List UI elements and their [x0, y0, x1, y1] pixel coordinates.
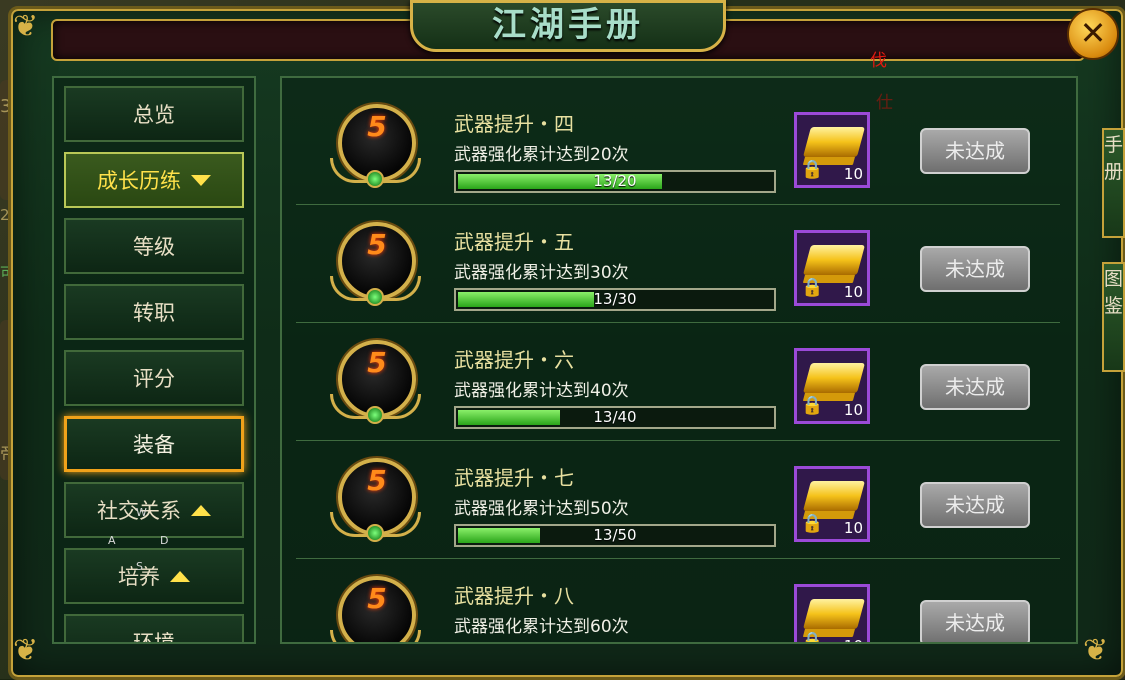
- achievement-title: 武器提升・七: [454, 466, 574, 490]
- triangle-down-icon: [191, 174, 211, 186]
- sidebar-item-label: 等级: [133, 235, 175, 259]
- medal-icon: 5: [330, 102, 421, 190]
- side-tab-label: 手册: [1104, 134, 1124, 183]
- dpad-d[interactable]: D: [160, 534, 168, 547]
- progress-bar: 13/30: [454, 288, 776, 311]
- triangle-up-icon: [191, 504, 211, 516]
- corner-ornament-icon: ❦: [13, 9, 39, 44]
- sidebar-item-overview[interactable]: 总览: [64, 86, 244, 142]
- achievement-title: 武器提升・八: [454, 584, 574, 608]
- achievement-list[interactable]: 5 武器提升・四 武器强化累计达到20次 13/20 🔒 10 未达成 5 武器提升・五 武器强化…: [280, 76, 1078, 644]
- lock-icon: 🔒: [801, 395, 824, 416]
- lock-icon: 🔒: [801, 159, 824, 180]
- medal-icon: 5: [330, 574, 421, 642]
- reward-slot[interactable]: 🔒 10: [794, 230, 870, 306]
- sidebar-item-equipment[interactable]: 装备: [64, 416, 244, 472]
- dpad-w[interactable]: W: [136, 506, 147, 519]
- reward-count: 10: [843, 283, 863, 301]
- medal-number: 5: [367, 464, 387, 497]
- overlay-red-text: 伐: [870, 51, 887, 71]
- achievement-description: 武器强化累计达到60次: [454, 617, 629, 637]
- lock-icon: 🔒: [801, 631, 824, 644]
- progress-bar: [454, 642, 776, 644]
- lock-icon: 🔒: [801, 277, 824, 298]
- achievement-row: 5 武器提升・六武器强化累计达到40次 13/40 🔒 10 未达成: [296, 322, 1060, 441]
- reward-slot[interactable]: 🔒 10: [794, 112, 870, 188]
- side-tab-codex[interactable]: 图鉴: [1102, 262, 1125, 372]
- lock-icon: 🔒: [801, 513, 824, 534]
- sidebar-item-rating[interactable]: 评分: [64, 350, 244, 406]
- close-button[interactable]: ✕: [1067, 8, 1119, 60]
- achievement-title: 武器提升・四: [454, 112, 574, 136]
- window-title: 江湖手册: [492, 5, 644, 45]
- progress-bar: 13/40: [454, 406, 776, 429]
- gold-ingot-icon: [802, 599, 866, 629]
- dpad-s[interactable]: S: [136, 560, 143, 573]
- claim-status-button[interactable]: 未达成: [920, 128, 1030, 174]
- achievement-row: 5 武器提升・七武器强化累计达到50次 13/50 🔒 10 未达成: [296, 440, 1060, 559]
- claim-status-button[interactable]: 未达成: [920, 364, 1030, 410]
- side-tab-label: 图鉴: [1104, 268, 1124, 317]
- medal-icon: 5: [330, 220, 421, 308]
- progress-text: 13/40: [593, 408, 637, 426]
- side-tab-handbook[interactable]: 手册: [1102, 128, 1125, 238]
- achievement-description: 武器强化累计达到40次: [454, 381, 629, 401]
- reward-count: 10: [843, 519, 863, 537]
- achievement-title: 武器提升・五: [454, 230, 574, 254]
- reward-slot[interactable]: 🔒 10: [794, 466, 870, 542]
- sidebar-item-partial[interactable]: 环境: [64, 614, 244, 644]
- title-plaque: 江湖手册: [410, 0, 726, 52]
- sidebar-item-cultivate[interactable]: 培养: [64, 548, 244, 604]
- achievement-row: 5 武器提升・四武器强化累计达到20次 13/20 🔒 10 未达成: [296, 86, 1060, 205]
- sidebar-item-class-change[interactable]: 转职: [64, 284, 244, 340]
- claim-status-button[interactable]: 未达成: [920, 246, 1030, 292]
- gold-ingot-icon: [802, 481, 866, 511]
- claim-status-button[interactable]: 未达成: [920, 600, 1030, 642]
- sidebar-item-label: 环境: [133, 631, 175, 644]
- gold-ingot-icon: [802, 363, 866, 393]
- sidebar-item-social[interactable]: 社交关系: [64, 482, 244, 538]
- sidebar-item-growth[interactable]: 成长历练: [64, 152, 244, 208]
- medal-number: 5: [367, 228, 387, 261]
- triangle-up-icon: [170, 570, 190, 582]
- reward-count: 10: [843, 401, 863, 419]
- progress-text: 13/30: [593, 290, 637, 308]
- medal-number: 5: [367, 346, 387, 379]
- dpad-a[interactable]: A: [108, 534, 116, 547]
- medal-number: 5: [367, 110, 387, 143]
- reward-slot[interactable]: 🔒 10: [794, 348, 870, 424]
- achievement-description: 武器强化累计达到50次: [454, 499, 629, 519]
- medal-number: 5: [367, 582, 387, 615]
- reward-slot[interactable]: 🔒 10: [794, 584, 870, 644]
- achievement-row: 5 武器提升・五武器强化累计达到30次 13/30 🔒 10 未达成: [296, 204, 1060, 323]
- sidebar-item-label: 总览: [133, 103, 175, 127]
- achievement-description: 武器强化累计达到20次: [454, 145, 629, 165]
- medal-icon: 5: [330, 338, 421, 426]
- progress-bar: 13/50: [454, 524, 776, 547]
- progress-text: 13/20: [593, 172, 637, 190]
- achievement-description: 武器强化累计达到30次: [454, 263, 629, 283]
- corner-ornament-icon: ❦: [13, 633, 39, 668]
- achievement-row: 5 武器提升・八武器强化累计达到60次 🔒 10 未达成: [296, 558, 1060, 644]
- progress-bar: 13/20: [454, 170, 776, 193]
- claim-status-button[interactable]: 未达成: [920, 482, 1030, 528]
- sidebar-item-level[interactable]: 等级: [64, 218, 244, 274]
- reward-count: 10: [844, 637, 863, 642]
- sidebar-item-label: 转职: [133, 301, 175, 325]
- reward-count: 10: [843, 165, 863, 183]
- progress-text: 13/50: [593, 526, 637, 544]
- sidebar-item-label: 装备: [133, 433, 175, 457]
- sidebar-item-label: 评分: [133, 367, 175, 391]
- corner-ornament-icon: ❦: [1083, 633, 1109, 668]
- achievement-title: 武器提升・六: [454, 348, 574, 372]
- gold-ingot-icon: [802, 127, 866, 157]
- category-sidebar: 总览 成长历练 等级 转职 评分 装备 社交关系 培养 环境: [52, 76, 256, 644]
- sidebar-item-label: 成长历练: [97, 169, 181, 193]
- gold-ingot-icon: [802, 245, 866, 275]
- medal-icon: 5: [330, 456, 421, 544]
